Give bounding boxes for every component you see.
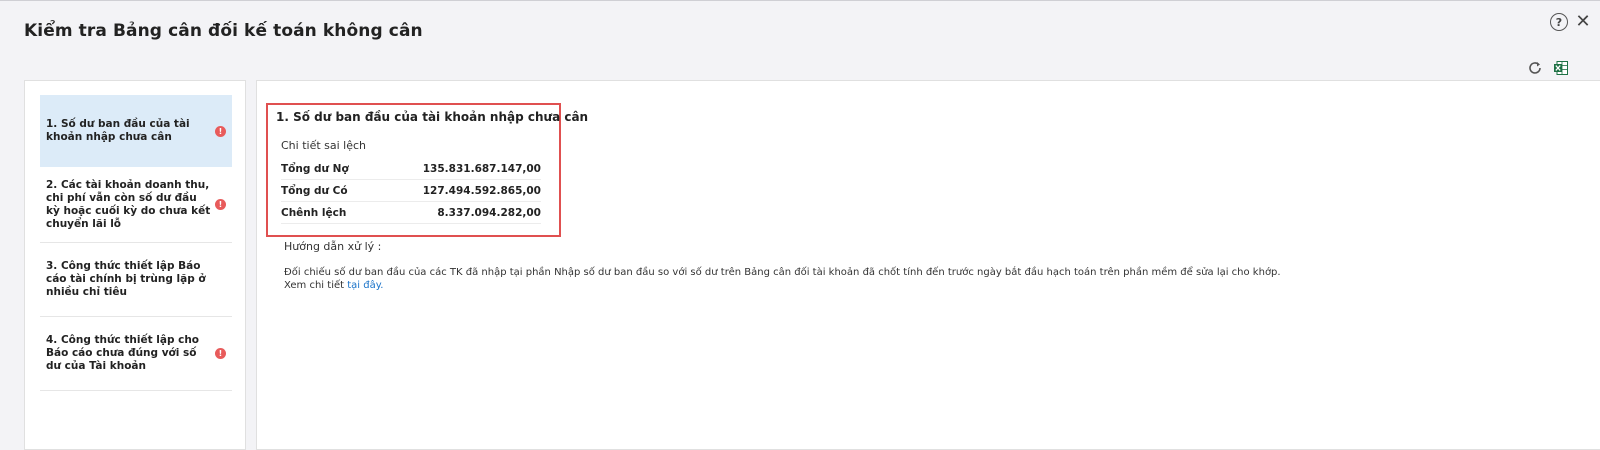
refresh-icon[interactable] [1526,59,1544,77]
guide-text: Đối chiếu số dư ban đầu của các TK đã nh… [284,267,1281,278]
nav-item-label: 3. Công thức thiết lập Báo cáo tài chính… [46,260,206,298]
check-list-panel: 1. Số dư ban đầu của tài khoản nhập chưa… [24,80,246,450]
dialog-title: Kiểm tra Bảng cân đối kế toán không cân [24,21,423,41]
detail-panel: 1. Số dư ban đầu của tài khoản nhập chưa… [256,80,1600,450]
dialog: Kiểm tra Bảng cân đối kế toán không cân … [0,0,1600,450]
nav-item-label: 1. Số dư ban đầu của tài khoản nhập chưa… [46,118,190,143]
guide-more: Xem chi tiết tại đây. [284,279,1281,292]
close-icon[interactable]: ✕ [1574,13,1592,31]
guide-text-block: Đối chiếu số dư ban đầu của các TK đã nh… [284,266,1281,292]
nav-item-label: 2. Các tài khoản doanh thu, chi phí vẫn … [46,178,211,230]
nav-item-label: 4. Công thức thiết lập cho Báo cáo chưa … [46,334,200,372]
excel-export-icon[interactable] [1552,59,1570,77]
nav-item-4[interactable]: 4. Công thức thiết lập cho Báo cáo chưa … [40,317,232,391]
row-value: 127.494.592.865,00 [422,184,541,197]
detail-row-difference: Chênh lệch 8.337.094.282,00 [281,202,541,224]
nav-item-2[interactable]: 2. Các tài khoản doanh thu, chi phí vẫn … [40,167,232,243]
detail-title: 1. Số dư ban đầu của tài khoản nhập chưa… [276,110,589,124]
warning-icon: ! [215,125,226,137]
row-value: 8.337.094.282,00 [437,206,541,219]
help-icon[interactable]: ? [1550,13,1568,31]
detail-row-debit: Tổng dư Nợ 135.831.687.147,00 [281,158,541,180]
row-label: Tổng dư Nợ [281,162,349,175]
warning-icon: ! [215,199,226,210]
detail-row-credit: Tổng dư Có 127.494.592.865,00 [281,180,541,202]
row-value: 135.831.687.147,00 [422,162,541,175]
warning-icon: ! [215,348,226,359]
guide-title: Hướng dẫn xử lý : [284,240,382,253]
detail-subtitle: Chi tiết sai lệch [281,139,367,152]
nav-item-1[interactable]: 1. Số dư ban đầu của tài khoản nhập chưa… [40,95,232,167]
row-label: Chênh lệch [281,206,347,219]
nav-item-3[interactable]: 3. Công thức thiết lập Báo cáo tài chính… [40,243,232,317]
row-label: Tổng dư Có [281,184,348,197]
guide-link[interactable]: tại đây. [347,280,383,291]
guide-more-prefix: Xem chi tiết [284,280,348,291]
